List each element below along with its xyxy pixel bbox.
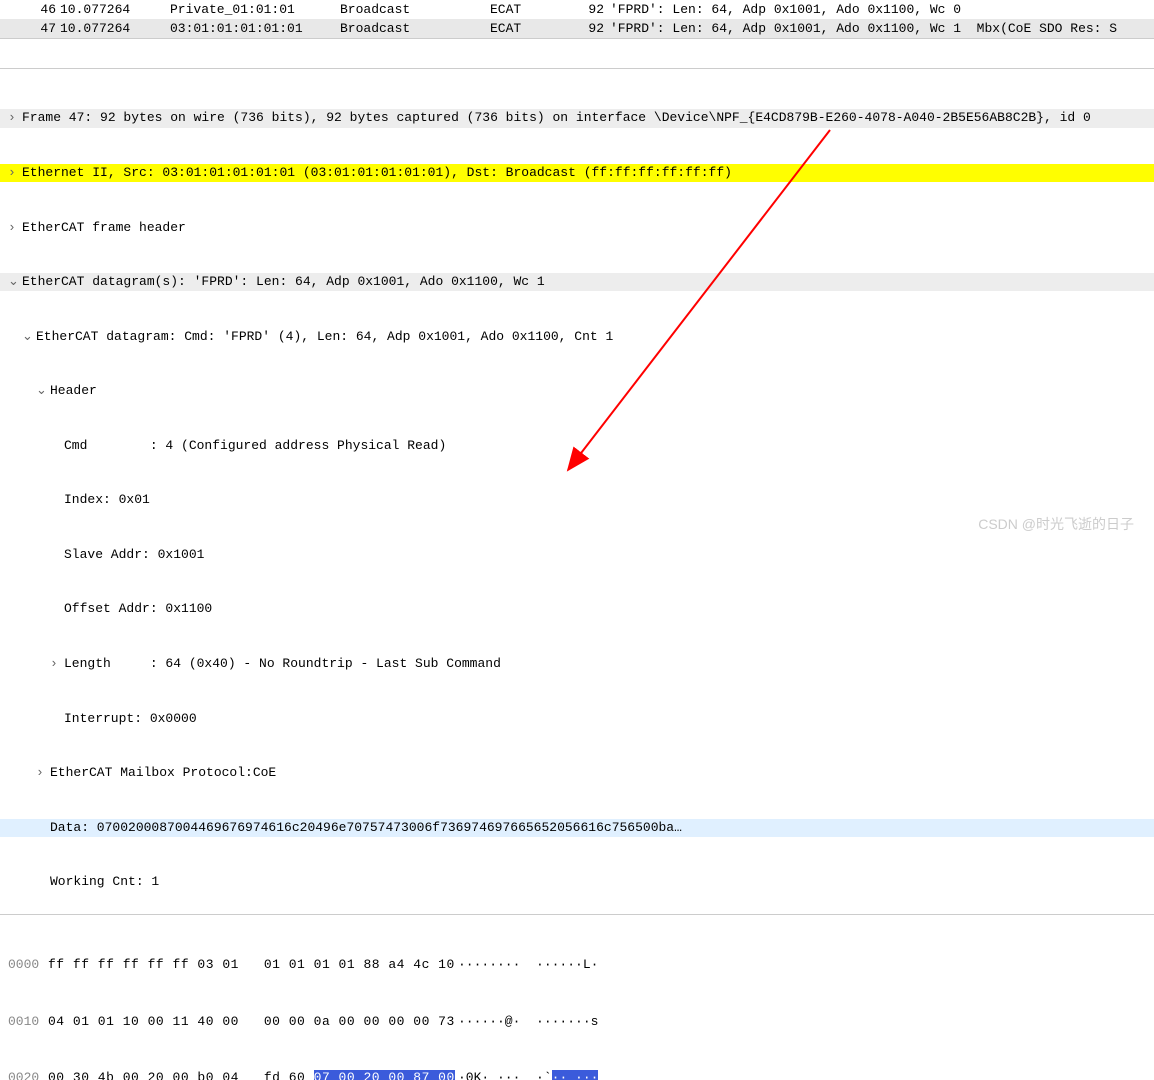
packet-list[interactable]: 46 10.077264 Private_01:01:01 Broadcast … xyxy=(0,0,1154,39)
packet-row[interactable]: 46 10.077264 Private_01:01:01 Broadcast … xyxy=(0,0,1154,19)
hex-bytes: 00 30 4b 00 20 00 b0 04 fd 60 07 00 20 0… xyxy=(48,1069,458,1080)
col-length: 92 xyxy=(580,2,610,17)
hex-offset: 0020 xyxy=(8,1069,48,1080)
hex-ascii: ········ ······L· xyxy=(458,956,638,975)
col-source: 03:01:01:01:01:01 xyxy=(170,21,340,36)
packet-row-selected[interactable]: 47 10.077264 03:01:01:01:01:01 Broadcast… xyxy=(0,19,1154,38)
col-time: 10.077264 xyxy=(60,2,170,17)
col-no: 46 xyxy=(30,2,60,17)
hex-bytes: 04 01 01 10 00 11 40 00 00 00 0a 00 00 0… xyxy=(48,1013,458,1032)
tree-offset-addr[interactable]: Offset Addr: 0x1100 xyxy=(0,600,1154,618)
expand-icon[interactable]: › xyxy=(50,655,64,673)
hex-ascii: ·0K· ··· ·`·· ··· xyxy=(458,1069,638,1080)
hex-row[interactable]: 0000 ff ff ff ff ff ff 03 01 01 01 01 01… xyxy=(8,956,1146,975)
col-info: 'FPRD': Len: 64, Adp 0x1001, Ado 0x1100,… xyxy=(610,21,1154,36)
tree-cmd[interactable]: Cmd : 4 (Configured address Physical Rea… xyxy=(0,437,1154,455)
col-info: 'FPRD': Len: 64, Adp 0x1001, Ado 0x1100,… xyxy=(610,2,1154,17)
col-protocol: ECAT xyxy=(490,21,580,36)
col-no: 47 xyxy=(30,21,60,36)
packet-details-tree[interactable]: ›Frame 47: 92 bytes on wire (736 bits), … xyxy=(0,69,1154,915)
tree-ecat-datagram[interactable]: ⌄EtherCAT datagram: Cmd: 'FPRD' (4), Len… xyxy=(0,328,1154,346)
tree-index[interactable]: Index: 0x01 xyxy=(0,491,1154,509)
hex-row[interactable]: 0020 00 30 4b 00 20 00 b0 04 fd 60 07 00… xyxy=(8,1069,1146,1080)
tree-frame[interactable]: ›Frame 47: 92 bytes on wire (736 bits), … xyxy=(0,109,1154,127)
col-time: 10.077264 xyxy=(60,21,170,36)
expand-icon[interactable]: › xyxy=(8,219,22,237)
col-destination: Broadcast xyxy=(340,21,490,36)
tree-ecat-datagrams[interactable]: ⌄EtherCAT datagram(s): 'FPRD': Len: 64, … xyxy=(0,273,1154,291)
hex-dump-pane[interactable]: 0000 ff ff ff ff ff ff 03 01 01 01 01 01… xyxy=(0,915,1154,1080)
tree-header[interactable]: ⌄Header xyxy=(0,382,1154,400)
collapse-icon[interactable]: ⌄ xyxy=(36,382,50,400)
watermark: CSDN @时光飞逝的日子 xyxy=(978,514,1134,534)
expand-icon[interactable]: › xyxy=(8,109,22,127)
hex-offset: 0000 xyxy=(8,956,48,975)
col-destination: Broadcast xyxy=(340,2,490,17)
tree-interrupt[interactable]: Interrupt: 0x0000 xyxy=(0,710,1154,728)
hex-row[interactable]: 0010 04 01 01 10 00 11 40 00 00 00 0a 00… xyxy=(8,1013,1146,1032)
col-length: 92 xyxy=(580,21,610,36)
tree-data[interactable]: Data: 0700200087004469676974616c20496e70… xyxy=(0,819,1154,837)
collapse-icon[interactable]: ⌄ xyxy=(8,273,22,291)
col-protocol: ECAT xyxy=(490,2,580,17)
tree-working-cnt[interactable]: Working Cnt: 1 xyxy=(0,873,1154,891)
tree-mailbox[interactable]: ›EtherCAT Mailbox Protocol:CoE xyxy=(0,764,1154,782)
hex-offset: 0010 xyxy=(8,1013,48,1032)
hex-ascii: ······@· ·······s xyxy=(458,1013,638,1032)
expand-icon[interactable]: › xyxy=(36,764,50,782)
expand-icon[interactable]: › xyxy=(8,164,22,182)
tree-length[interactable]: ›Length : 64 (0x40) - No Roundtrip - Las… xyxy=(0,655,1154,673)
tree-slave-addr[interactable]: Slave Addr: 0x1001 xyxy=(0,546,1154,564)
col-source: Private_01:01:01 xyxy=(170,2,340,17)
tree-ecat-header[interactable]: ›EtherCAT frame header xyxy=(0,219,1154,237)
tree-ethernet[interactable]: ›Ethernet II, Src: 03:01:01:01:01:01 (03… xyxy=(0,164,1154,182)
pane-spacer xyxy=(0,39,1154,69)
collapse-icon[interactable]: ⌄ xyxy=(22,328,36,346)
hex-bytes: ff ff ff ff ff ff 03 01 01 01 01 01 88 a… xyxy=(48,956,458,975)
